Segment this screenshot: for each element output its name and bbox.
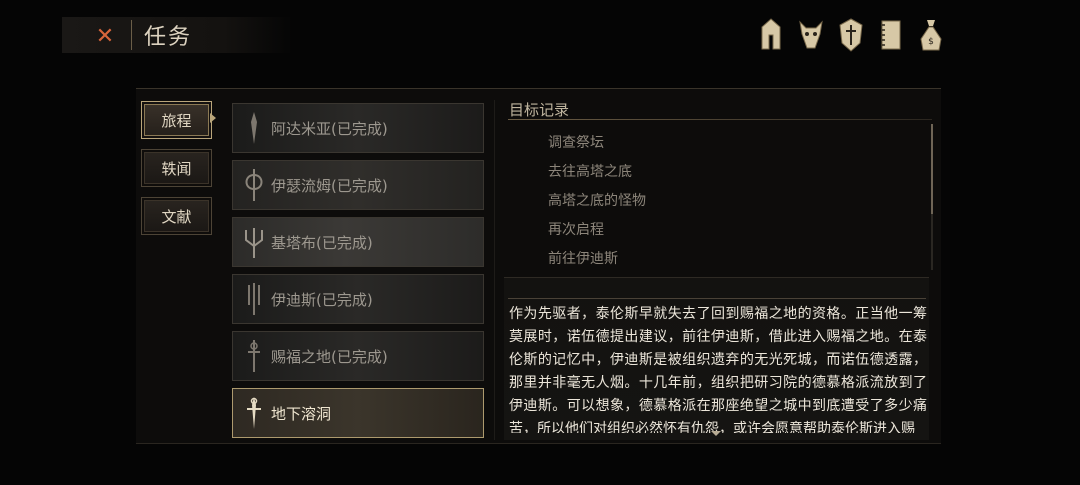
staff-icon	[239, 336, 269, 376]
objective-item: 再次启程	[548, 222, 604, 238]
quest-item-idis[interactable]: 伊迪斯(已完成)	[232, 274, 484, 324]
beast-head-icon[interactable]	[796, 14, 826, 56]
objectives-underline	[508, 119, 932, 120]
quest-label: 阿达米亚(已完成)	[271, 119, 388, 138]
active-tab-arrow-icon	[210, 113, 216, 123]
quest-item-isselium[interactable]: 伊瑟流姆(已完成)	[232, 160, 484, 210]
description-divider	[508, 298, 926, 299]
svg-text:$: $	[928, 37, 934, 47]
objective-item: 去往高塔之底	[548, 164, 632, 180]
claw-icon	[239, 279, 269, 319]
tab-anecdotes[interactable]: 轶闻	[141, 149, 212, 187]
quest-list[interactable]: 阿达米亚(已完成) 伊瑟流姆(已完成) 基塔布(已完成) 伊迪斯(已完成) 赐福…	[232, 103, 484, 441]
list-divider	[494, 100, 495, 440]
quest-description[interactable]: 作为先驱者，泰伦斯早就失去了回到赐福之地的资格。正当他一筹莫展时，诺伍德提出建议…	[509, 303, 927, 433]
objectives-title: 目标记录	[509, 101, 570, 119]
quest-label: 基塔布(已完成)	[271, 233, 373, 252]
quest-item-blessed-land[interactable]: 赐福之地(已完成)	[232, 331, 484, 381]
quest-label: 伊瑟流姆(已完成)	[271, 176, 388, 195]
top-nav-icons: $	[756, 14, 946, 56]
quest-label: 地下溶洞	[271, 404, 332, 423]
scroll-down-icon[interactable]	[711, 431, 721, 436]
quest-item-kitab[interactable]: 基塔布(已完成)	[232, 217, 484, 267]
trident-icon	[239, 222, 269, 262]
header-divider	[131, 20, 132, 50]
objective-item: 调查祭坛	[548, 135, 604, 151]
objectives-scroll-thumb[interactable]	[931, 124, 933, 214]
helmet-icon[interactable]	[756, 14, 786, 56]
journal-icon[interactable]	[876, 14, 906, 56]
money-bag-icon[interactable]: $	[916, 14, 946, 56]
shield-icon[interactable]	[836, 14, 866, 56]
objective-item: 前往伊迪斯	[548, 251, 618, 267]
objective-item: 高塔之底的怪物	[548, 193, 646, 209]
axe-icon	[239, 165, 269, 205]
quest-label: 伊迪斯(已完成)	[271, 290, 373, 309]
page-title: 任务	[144, 25, 193, 50]
tab-documents[interactable]: 文献	[141, 197, 212, 235]
x-icon: ✕	[95, 23, 115, 49]
quest-label: 赐福之地(已完成)	[271, 347, 388, 366]
close-button[interactable]: ✕	[88, 20, 122, 52]
quest-item-adamia[interactable]: 阿达米亚(已完成)	[232, 103, 484, 153]
objectives-list: 调查祭坛 去往高塔之底 高塔之底的怪物 再次启程 前往伊迪斯	[548, 132, 646, 277]
spear-icon	[239, 108, 269, 148]
dagger-icon	[239, 393, 269, 433]
quest-item-underground-cave[interactable]: 地下溶洞	[232, 388, 484, 438]
tab-journey[interactable]: 旅程	[141, 101, 212, 139]
